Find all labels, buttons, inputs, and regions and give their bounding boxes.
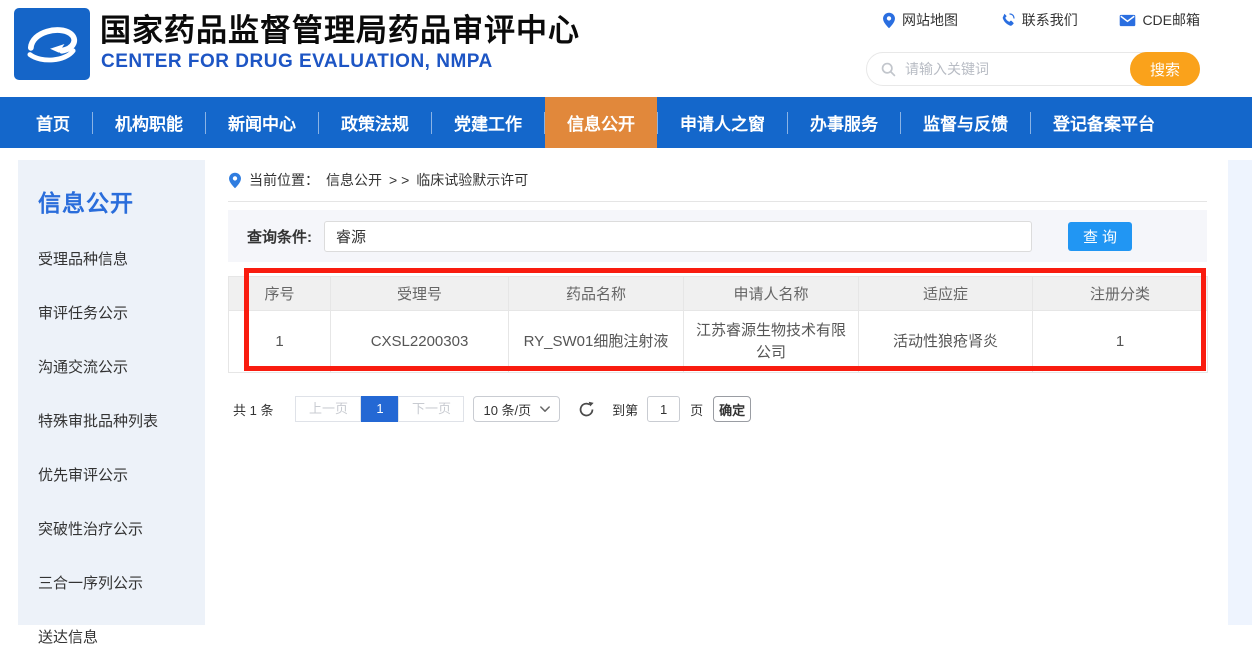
nav-item-news[interactable]: 新闻中心 — [206, 97, 318, 148]
query-panel: 查询条件: 查询 — [228, 210, 1207, 262]
sidebar-title: 信息公开 — [38, 184, 205, 218]
sidebar-item-delivery-info[interactable]: 送达信息 — [38, 626, 205, 647]
mailbox-link[interactable]: CDE邮箱 — [1119, 10, 1200, 30]
header-serial-number: 序号 — [229, 277, 331, 311]
breadcrumb-section[interactable]: 信息公开 — [326, 170, 382, 190]
nav-item-party-building[interactable]: 党建工作 — [432, 97, 544, 148]
site-search-button[interactable]: 搜索 — [1130, 52, 1200, 86]
breadcrumb-divider — [228, 201, 1207, 202]
breadcrumb: 当前位置： 信息公开 > > 临床试验默示许可 — [228, 170, 528, 190]
header-acceptance-number: 受理号 — [331, 277, 509, 311]
header-indication: 适应症 — [859, 277, 1033, 311]
chevron-down-icon — [540, 406, 550, 413]
sitemap-link[interactable]: 网站地图 — [882, 10, 958, 30]
total-count-label: 共 1 条 — [233, 400, 273, 419]
results-table: 序号 受理号 药品名称 申请人名称 适应症 注册分类 1 CXSL2200303… — [228, 276, 1208, 373]
nav-item-policies[interactable]: 政策法规 — [319, 97, 431, 148]
next-page-button[interactable]: 下一页 — [398, 396, 464, 422]
sidebar-item-communication[interactable]: 沟通交流公示 — [38, 356, 205, 377]
cell-applicant-name: 江苏睿源生物技术有限公司 — [684, 311, 859, 373]
query-condition-label: 查询条件: — [247, 226, 312, 247]
main-nav: 首页 机构职能 新闻中心 政策法规 党建工作 信息公开 申请人之窗 办事服务 监… — [0, 97, 1252, 148]
page-size-value: 10 条/页 — [483, 400, 531, 419]
cell-drug-name: RY_SW01细胞注射液 — [509, 311, 684, 373]
page-size-select[interactable]: 10 条/页 — [473, 396, 560, 422]
nav-item-registration-platform[interactable]: 登记备案平台 — [1031, 97, 1177, 148]
nav-item-services[interactable]: 办事服务 — [788, 97, 900, 148]
cde-logo[interactable] — [14, 8, 90, 80]
header-drug-name: 药品名称 — [509, 277, 684, 311]
goto-page-input[interactable] — [647, 396, 680, 422]
contact-link[interactable]: 联系我们 — [1000, 10, 1078, 30]
nav-item-home[interactable]: 首页 — [14, 97, 92, 148]
pagination: 共 1 条 上一页 1 下一页 10 条/页 到第 页 确定 — [228, 396, 751, 422]
mailbox-label: CDE邮箱 — [1142, 10, 1200, 30]
search-icon — [880, 61, 897, 78]
prev-page-button[interactable]: 上一页 — [295, 396, 361, 422]
sidebar-item-review-tasks[interactable]: 审评任务公示 — [38, 302, 205, 323]
sidebar-item-accepted-varieties[interactable]: 受理品种信息 — [38, 248, 205, 269]
cde-swoosh-icon — [23, 19, 81, 69]
phone-icon — [1000, 12, 1016, 28]
contact-label: 联系我们 — [1022, 10, 1078, 30]
site-subtitle: CENTER FOR DRUG EVALUATION, NMPA — [101, 51, 493, 73]
header-registration-category: 注册分类 — [1033, 277, 1208, 311]
site-search-bar: 搜索 — [866, 52, 1200, 86]
page-unit-label: 页 — [690, 400, 703, 419]
nav-item-functions[interactable]: 机构职能 — [93, 97, 205, 148]
table-header-row: 序号 受理号 药品名称 申请人名称 适应症 注册分类 — [229, 277, 1208, 311]
nav-item-info-disclosure[interactable]: 信息公开 — [545, 97, 657, 148]
main-area: 信息公开 受理品种信息 审评任务公示 沟通交流公示 特殊审批品种列表 优先审评公… — [0, 148, 1252, 625]
site-title: 国家药品监督管理局药品审评中心 — [100, 5, 580, 50]
table-row: 1 CXSL2200303 RY_SW01细胞注射液 江苏睿源生物技术有限公司 … — [229, 311, 1208, 373]
breadcrumb-separator: > > — [389, 172, 409, 188]
location-pin-icon — [228, 172, 242, 189]
location-pin-icon — [882, 12, 896, 29]
cell-indication: 活动性狼疮肾炎 — [859, 311, 1033, 373]
cell-registration-category: 1 — [1033, 311, 1208, 373]
page-background-strip — [1228, 160, 1252, 625]
breadcrumb-prefix: 当前位置： — [249, 170, 319, 190]
confirm-button[interactable]: 确定 — [713, 396, 751, 422]
sidebar-item-special-approval-list[interactable]: 特殊审批品种列表 — [38, 410, 205, 431]
sitemap-label: 网站地图 — [902, 10, 958, 30]
current-page-button[interactable]: 1 — [361, 396, 398, 422]
query-button[interactable]: 查询 — [1068, 222, 1132, 251]
nav-item-applicant-window[interactable]: 申请人之窗 — [658, 97, 787, 148]
cell-acceptance-number: CXSL2200303 — [331, 311, 509, 373]
goto-page-label: 到第 — [612, 400, 638, 419]
sidebar-item-three-in-one[interactable]: 三合一序列公示 — [38, 572, 205, 593]
site-header: 国家药品监督管理局药品审评中心 CENTER FOR DRUG EVALUATI… — [0, 0, 1252, 97]
mail-icon — [1119, 14, 1136, 27]
cell-serial-number: 1 — [229, 311, 331, 373]
sidebar: 信息公开 受理品种信息 审评任务公示 沟通交流公示 特殊审批品种列表 优先审评公… — [18, 160, 205, 625]
refresh-icon[interactable] — [577, 399, 597, 419]
breadcrumb-page[interactable]: 临床试验默示许可 — [416, 170, 528, 190]
sidebar-item-priority-review[interactable]: 优先审评公示 — [38, 464, 205, 485]
nav-item-supervision-feedback[interactable]: 监督与反馈 — [901, 97, 1030, 148]
query-condition-input[interactable] — [324, 221, 1032, 252]
header-applicant-name: 申请人名称 — [684, 277, 859, 311]
header-links: 网站地图 联系我们 CDE邮箱 — [882, 10, 1200, 30]
sidebar-item-breakthrough-therapy[interactable]: 突破性治疗公示 — [38, 518, 205, 539]
